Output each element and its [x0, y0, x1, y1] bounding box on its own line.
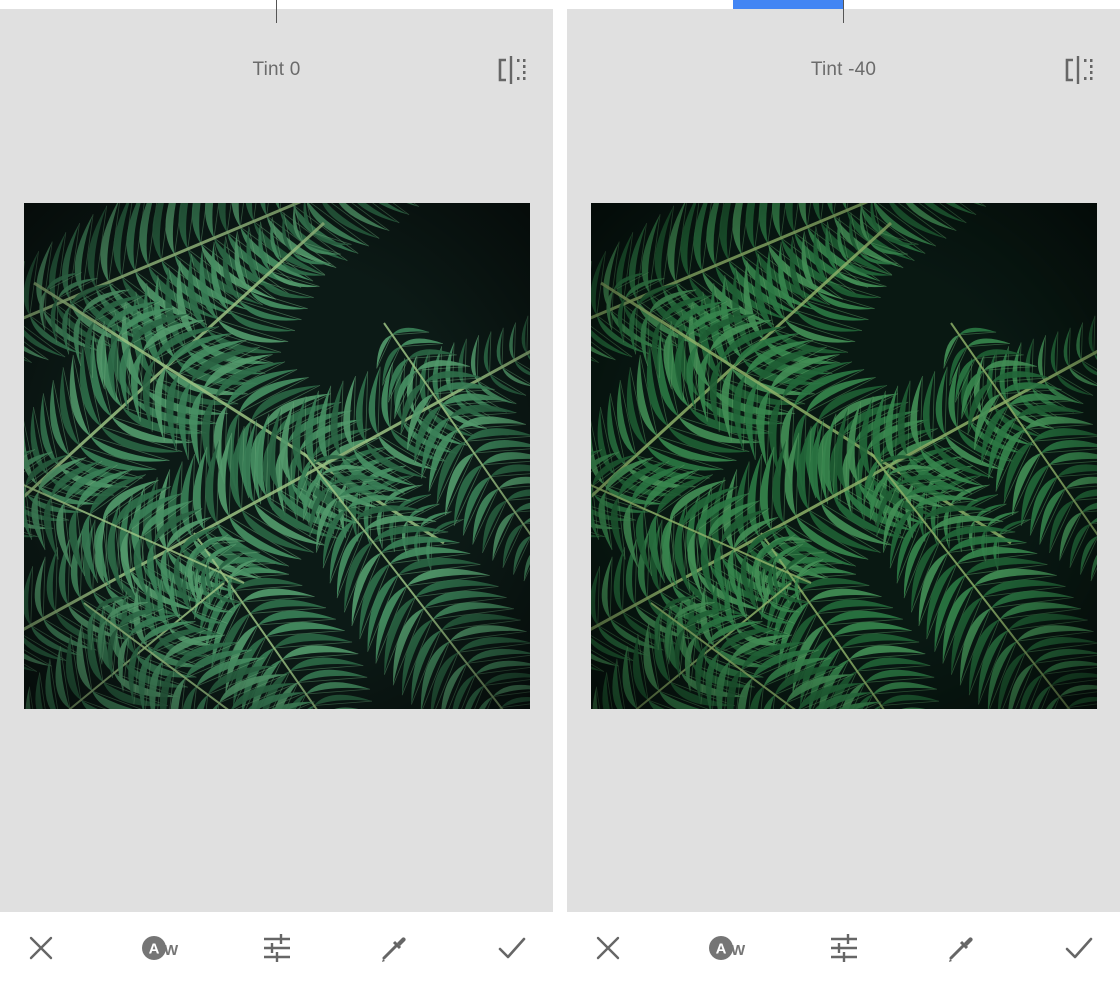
fern-photo — [591, 203, 1097, 709]
fern-photo — [24, 203, 530, 709]
slider-center-marker — [843, 0, 844, 23]
sliders-icon — [831, 934, 857, 962]
cancel-button[interactable] — [590, 930, 626, 966]
color-picker-button[interactable] — [943, 930, 979, 966]
slider-center-marker — [276, 0, 277, 23]
compare-icon[interactable] — [1064, 55, 1094, 85]
adjustment-value-label: Tint -40 — [810, 59, 877, 80]
eyedropper-icon — [949, 937, 973, 962]
svg-text:W: W — [164, 942, 179, 959]
eyedropper-icon — [382, 937, 406, 962]
bottom-toolbar: A W — [0, 912, 553, 984]
apply-button[interactable] — [494, 930, 530, 966]
before-panel: Tint 0 A W — [0, 0, 553, 984]
auto-white-balance-icon: A W — [709, 936, 746, 960]
auto-white-balance-icon: A W — [142, 936, 179, 960]
svg-text:W: W — [731, 942, 746, 959]
bottom-toolbar: A W — [567, 912, 1120, 984]
compare-icon[interactable] — [497, 55, 527, 85]
checkmark-icon — [1065, 937, 1093, 959]
slider-fill — [732, 0, 844, 9]
color-picker-button[interactable] — [376, 930, 412, 966]
fern-image — [24, 203, 530, 709]
svg-text:A: A — [716, 941, 727, 958]
checkmark-icon — [498, 937, 526, 959]
close-icon — [596, 936, 620, 960]
auto-white-balance-button[interactable]: A W — [141, 930, 181, 966]
close-icon — [29, 936, 53, 960]
auto-white-balance-button[interactable]: A W — [708, 930, 748, 966]
sliders-icon — [264, 934, 290, 962]
adjust-button[interactable] — [826, 930, 862, 966]
adjustment-value-label: Tint 0 — [252, 59, 301, 80]
adjust-button[interactable] — [259, 930, 295, 966]
apply-button[interactable] — [1061, 930, 1097, 966]
cancel-button[interactable] — [23, 930, 59, 966]
svg-text:A: A — [149, 941, 160, 958]
fern-image — [591, 203, 1097, 709]
after-panel: Tint -40 A W — [567, 0, 1120, 984]
